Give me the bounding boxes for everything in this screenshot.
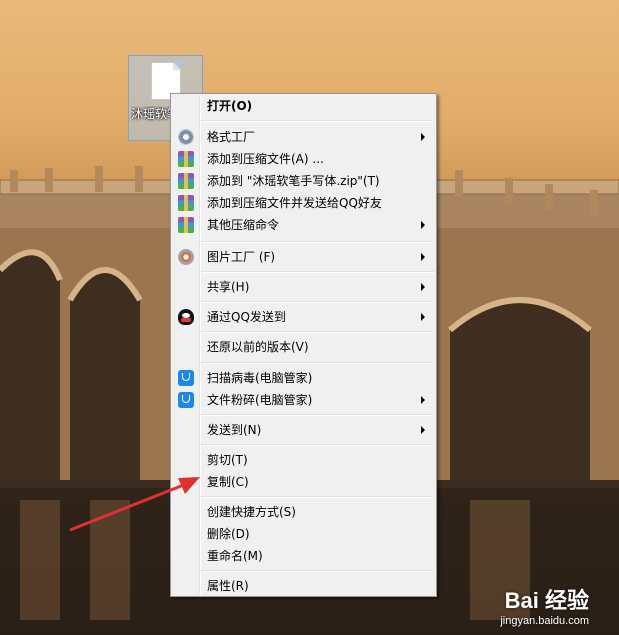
menu-item-6[interactable]: 其他压缩命令	[173, 214, 435, 236]
submenu-arrow-icon	[421, 253, 425, 261]
menu-item-label: 复制(C)	[207, 475, 249, 489]
watermark-brand: Bai 经验	[504, 588, 589, 613]
winrar-icon	[178, 173, 194, 189]
menu-separator	[201, 301, 434, 303]
submenu-arrow-icon	[421, 283, 425, 291]
menu-item-label: 打开(O)	[207, 99, 253, 113]
submenu-arrow-icon	[421, 313, 425, 321]
shield-icon	[178, 370, 194, 386]
menu-item-13[interactable]: 发送到(N)	[173, 419, 435, 441]
menu-item-label: 剪切(T)	[207, 453, 248, 467]
desktop-background: 沐瑶软笔手写体 打开(O)格式工厂添加到压缩文件(A) ...添加到 "沐瑶软笔…	[0, 0, 619, 635]
menu-separator	[201, 120, 434, 122]
shield-icon	[178, 392, 194, 408]
menu-item-label: 发送到(N)	[207, 423, 262, 437]
menu-separator	[201, 444, 434, 446]
menu-separator	[201, 414, 434, 416]
watermark-url: jingyan.baidu.com	[500, 615, 589, 627]
submenu-arrow-icon	[421, 426, 425, 434]
menu-item-label: 通过QQ发送到	[207, 310, 286, 324]
menu-item-label: 添加到 "沐瑶软笔手写体.zip"(T)	[207, 174, 380, 188]
menu-item-10[interactable]: 还原以前的版本(V)	[173, 336, 435, 358]
menu-item-18[interactable]: 重命名(M)	[173, 545, 435, 567]
menu-item-label: 图片工厂 (F)	[207, 250, 276, 264]
format-factory-icon	[178, 129, 194, 145]
menu-item-16[interactable]: 创建快捷方式(S)	[173, 501, 435, 523]
baidu-jingyan-watermark: Bai 经验 jingyan.baidu.com	[500, 583, 589, 627]
menu-item-label: 其他压缩命令	[207, 218, 280, 232]
menu-item-1[interactable]: 打开(O)	[173, 95, 435, 117]
menu-separator	[201, 271, 434, 273]
menu-item-label: 添加到压缩文件并发送给QQ好友	[207, 196, 382, 210]
menu-item-8[interactable]: 共享(H)	[173, 276, 435, 298]
menu-item-label: 格式工厂	[207, 130, 256, 144]
winrar-icon	[178, 151, 194, 167]
menu-item-19[interactable]: 属性(R)	[173, 575, 435, 597]
menu-item-3[interactable]: 添加到压缩文件(A) ...	[173, 148, 435, 170]
menu-separator	[201, 362, 434, 364]
menu-item-9[interactable]: 通过QQ发送到	[173, 306, 435, 328]
menu-item-label: 属性(R)	[207, 579, 249, 593]
menu-item-label: 还原以前的版本(V)	[207, 340, 309, 354]
submenu-arrow-icon	[421, 396, 425, 404]
context-menu: 打开(O) 格式工厂添加到压缩文件(A) ... 添加到 "沐瑶软笔手写体.zip"…	[170, 93, 437, 597]
menu-item-11[interactable]: 扫描病毒(电脑管家)	[173, 367, 435, 389]
menu-item-label: 文件粉碎(电脑管家)	[207, 393, 313, 407]
menu-item-label: 删除(D)	[207, 527, 250, 541]
menu-separator	[201, 496, 434, 498]
menu-item-label: 重命名(M)	[207, 549, 263, 563]
menu-separator	[201, 241, 434, 243]
menu-item-label: 共享(H)	[207, 280, 250, 294]
picture-factory-icon	[178, 249, 194, 265]
menu-separator	[201, 331, 434, 333]
menu-item-4[interactable]: 添加到 "沐瑶软笔手写体.zip"(T)	[173, 170, 435, 192]
winrar-icon	[178, 217, 194, 233]
menu-item-14[interactable]: 剪切(T)	[173, 449, 435, 471]
menu-item-2[interactable]: 格式工厂	[173, 126, 435, 148]
menu-item-12[interactable]: 文件粉碎(电脑管家)	[173, 389, 435, 411]
winrar-icon	[178, 195, 194, 211]
menu-item-5[interactable]: 添加到压缩文件并发送给QQ好友	[173, 192, 435, 214]
menu-item-label: 扫描病毒(电脑管家)	[207, 371, 313, 385]
menu-item-15[interactable]: 复制(C)	[173, 471, 435, 493]
menu-item-label: 添加到压缩文件(A) ...	[207, 152, 324, 166]
menu-item-label: 创建快捷方式(S)	[207, 505, 296, 519]
submenu-arrow-icon	[421, 221, 425, 229]
menu-item-17[interactable]: 删除(D)	[173, 523, 435, 545]
menu-separator	[201, 570, 434, 572]
qq-icon	[178, 309, 194, 325]
menu-item-7[interactable]: 图片工厂 (F)	[173, 246, 435, 268]
submenu-arrow-icon	[421, 133, 425, 141]
